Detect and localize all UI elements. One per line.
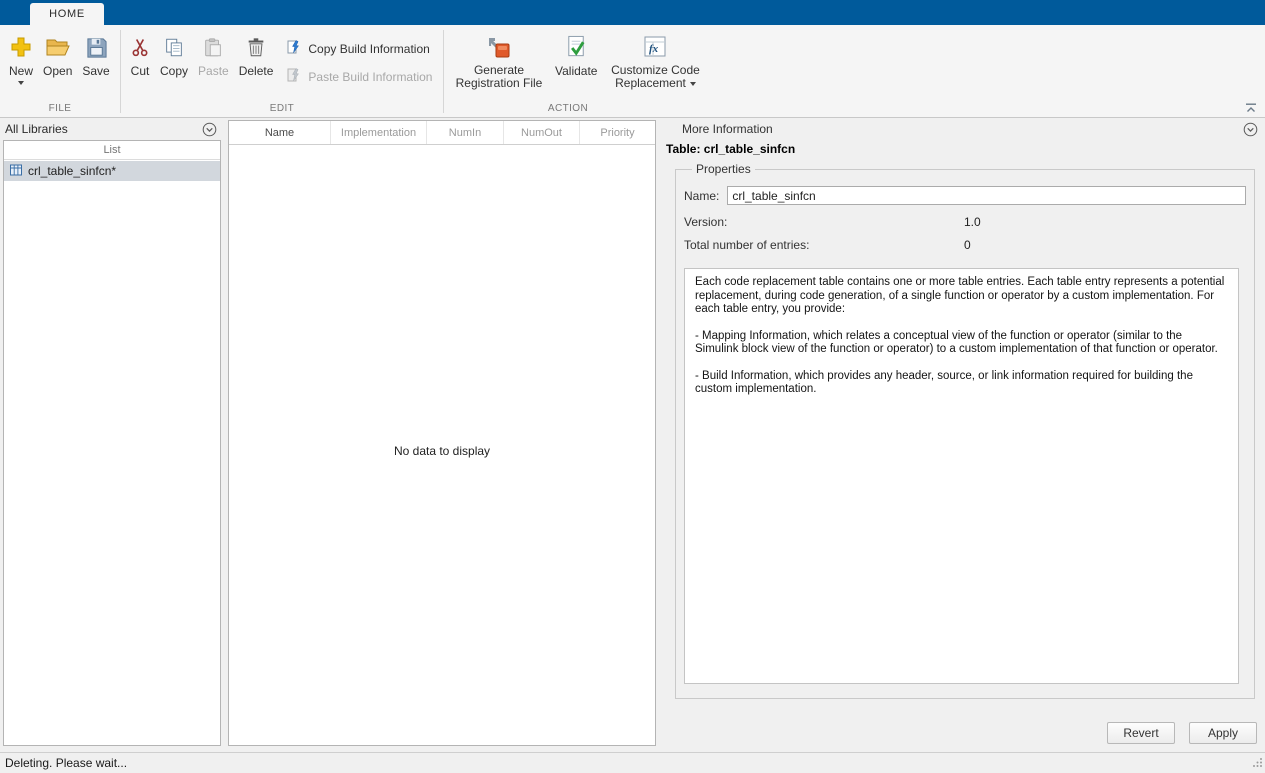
empty-table-message: No data to display <box>393 444 491 458</box>
entries-table: Name Implementation NumIn NumOut Priorit… <box>228 120 656 746</box>
properties-legend: Properties <box>696 162 751 176</box>
libraries-pane: All Libraries List crl_table_sinfcn* <box>0 118 224 752</box>
paste-build-information-icon <box>286 67 302 86</box>
table-file-icon <box>9 163 23 180</box>
list-item[interactable]: crl_table_sinfcn* <box>4 161 220 181</box>
chevron-down-icon <box>18 81 24 85</box>
resize-grip-icon[interactable] <box>1252 757 1263 771</box>
svg-text:fx: fx <box>649 43 659 55</box>
copy-build-information-icon <box>286 39 302 58</box>
open-button[interactable]: Open <box>38 30 77 79</box>
chevron-down-icon <box>689 82 696 86</box>
copy-icon <box>163 31 185 63</box>
main-area: All Libraries List crl_table_sinfcn* Nam… <box>0 118 1265 752</box>
column-header-priority[interactable]: Priority <box>580 121 655 144</box>
libraries-list-header: List <box>4 141 220 160</box>
ribbon-section-edit: Cut Copy Paste Delete Copy Build Informa… <box>121 25 443 117</box>
entries-table-header: Name Implementation NumIn NumOut Priorit… <box>229 121 655 145</box>
cut-scissors-icon <box>130 31 150 63</box>
save-floppy-icon <box>85 31 108 63</box>
column-header-numout[interactable]: NumOut <box>504 121 580 144</box>
copy-button[interactable]: Copy <box>155 30 193 79</box>
column-header-numin[interactable]: NumIn <box>427 121 504 144</box>
version-label: Version: <box>684 215 728 229</box>
customize-fx-icon: fx <box>642 31 668 63</box>
generate-registration-file-icon <box>485 31 513 63</box>
table-description-text: Each code replacement table contains one… <box>684 268 1239 684</box>
total-entries-value: 0 <box>964 238 971 252</box>
save-button[interactable]: Save <box>77 30 114 79</box>
minimize-toolstrip-icon[interactable] <box>1244 102 1258 114</box>
paste-clipboard-icon <box>202 31 224 63</box>
paste-build-information-button[interactable]: Paste Build Information <box>286 67 432 86</box>
status-bar: Deleting. Please wait... <box>0 752 1265 773</box>
section-label-action: ACTION <box>547 103 589 114</box>
name-input[interactable] <box>727 186 1246 205</box>
validate-check-icon <box>564 31 589 63</box>
column-header-name[interactable]: Name <box>229 121 331 144</box>
open-folder-icon <box>45 31 71 63</box>
paste-button[interactable]: Paste <box>193 30 234 79</box>
generate-registration-file-button[interactable]: Generate Registration File <box>448 30 550 91</box>
ribbon-section-file: New Open Save FILE <box>0 25 120 117</box>
more-information-title: More Information <box>682 122 773 136</box>
ribbon-section-action: Generate Registration File Validate fx C… <box>444 25 700 117</box>
table-name-heading: Table: crl_table_sinfcn <box>666 142 796 156</box>
cut-button[interactable]: Cut <box>125 30 155 79</box>
section-label-file: FILE <box>48 103 72 114</box>
validate-button[interactable]: Validate <box>550 30 602 79</box>
tab-home[interactable]: HOME <box>30 3 104 25</box>
collapse-pane-icon[interactable] <box>202 122 217 137</box>
customize-code-replacement-button[interactable]: fx Customize Code Replacement <box>602 30 708 91</box>
libraries-list: List crl_table_sinfcn* <box>3 140 221 746</box>
copy-build-information-button[interactable]: Copy Build Information <box>286 39 432 58</box>
new-button[interactable]: New <box>4 30 38 86</box>
description-paragraph: - Build Information, which provides any … <box>695 369 1193 396</box>
collapse-pane-icon[interactable] <box>1243 122 1258 137</box>
libraries-pane-title: All Libraries <box>5 122 68 136</box>
version-value: 1.0 <box>964 215 981 229</box>
delete-trash-icon <box>245 31 267 63</box>
titlebar: HOME <box>0 0 1265 25</box>
properties-group: Properties Name: Version: 1.0 Total numb… <box>675 162 1255 699</box>
more-information-pane: More Information Table: crl_table_sinfcn… <box>664 118 1265 752</box>
total-entries-label: Total number of entries: <box>684 238 810 252</box>
description-paragraph: - Mapping Information, which relates a c… <box>695 329 1218 356</box>
revert-button[interactable]: Revert <box>1107 722 1175 744</box>
column-header-implementation[interactable]: Implementation <box>331 121 427 144</box>
toolstrip-ribbon: New Open Save FILE Cut Copy Paste Delete… <box>0 25 1265 118</box>
status-message: Deleting. Please wait... <box>5 756 128 770</box>
new-icon <box>9 31 33 63</box>
list-item-label: crl_table_sinfcn* <box>28 164 117 178</box>
section-label-edit: EDIT <box>269 103 295 114</box>
apply-button[interactable]: Apply <box>1189 722 1257 744</box>
delete-button[interactable]: Delete <box>234 30 279 79</box>
description-paragraph: Each code replacement table contains one… <box>695 276 1225 315</box>
name-field-label: Name: <box>684 188 720 203</box>
